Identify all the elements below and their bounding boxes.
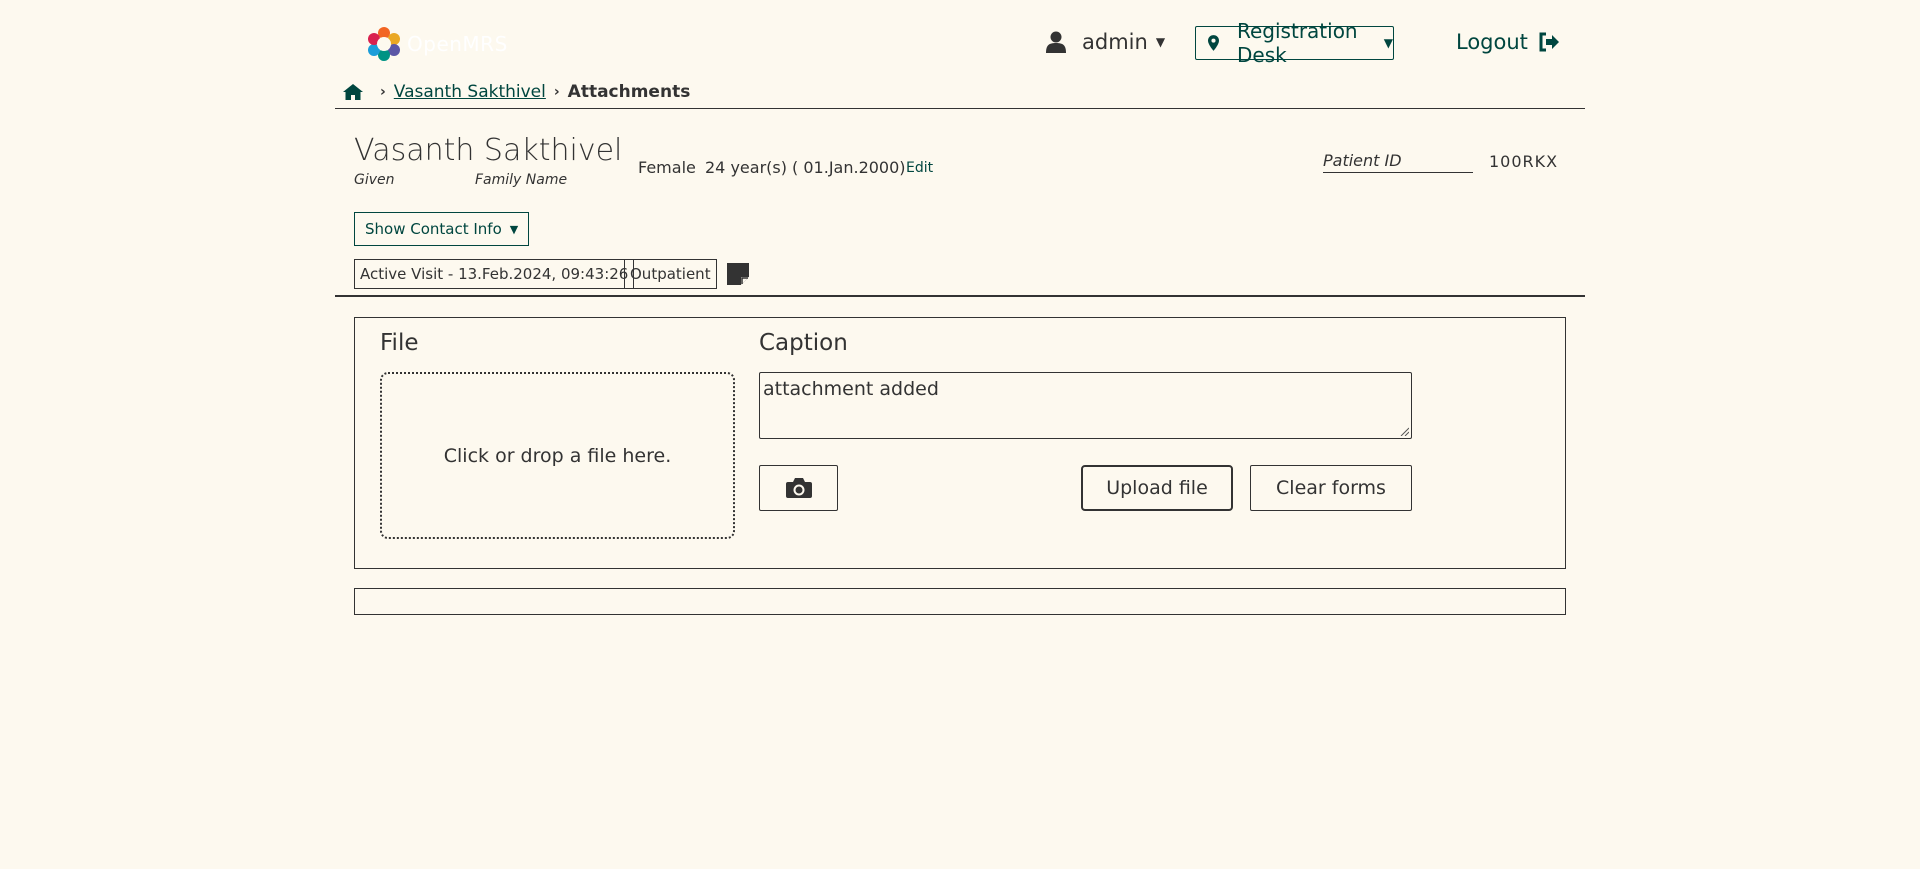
openmrs-logo-icon (368, 27, 400, 61)
home-icon[interactable] (342, 83, 364, 101)
user-name: admin (1082, 30, 1148, 54)
family-name-label: Family Name (475, 172, 568, 188)
logo-text: OpenMRS (407, 32, 508, 56)
camera-button[interactable] (759, 465, 838, 511)
logo[interactable]: OpenMRS (367, 26, 508, 62)
sticky-note-icon[interactable] (727, 263, 749, 285)
upload-file-button[interactable]: Upload file (1081, 465, 1233, 511)
file-label: File (380, 330, 419, 356)
dropzone-text: Click or drop a file here. (443, 444, 672, 467)
caret-down-icon: ▼ (509, 222, 519, 236)
patient-id-value: 100RKX (1489, 152, 1559, 171)
attachments-list (354, 588, 1566, 615)
active-visit-text: Active Visit - 13.Feb.2024, 09:43:26 (360, 265, 629, 283)
patient-header-divider (335, 295, 1585, 297)
breadcrumb: › Vasanth Sakthivel › Attachments (342, 82, 690, 102)
caret-down-icon: ▼ (1383, 36, 1393, 50)
upload-panel: File Click or drop a file here. Caption … (354, 317, 1566, 569)
camera-icon (785, 478, 812, 498)
breadcrumb-current: Attachments (567, 82, 691, 102)
visit-type-badge: Outpatient (624, 259, 717, 289)
clear-forms-button[interactable]: Clear forms (1250, 465, 1412, 511)
chevron-right-icon: › (553, 84, 560, 100)
breadcrumb-patient-link[interactable]: Vasanth Sakthivel (394, 82, 546, 102)
caret-down-icon: ▼ (1155, 35, 1166, 49)
caption-value: attachment added (763, 378, 939, 400)
visit-type-text: Outpatient (630, 265, 711, 283)
header-divider (335, 108, 1585, 109)
logout-label: Logout (1456, 30, 1528, 54)
patient-name: Vasanth Sakthivel (354, 133, 623, 168)
user-menu[interactable]: admin ▼ (1046, 30, 1165, 54)
header: OpenMRS admin ▼ Registration Desk ▼ Logo… (335, 0, 1585, 88)
contact-toggle-label: Show Contact Info (365, 220, 502, 238)
given-name-label: Given (354, 172, 395, 188)
page: OpenMRS admin ▼ Registration Desk ▼ Logo… (335, 0, 1585, 615)
edit-patient-link[interactable]: Edit (906, 160, 933, 176)
caption-label: Caption (759, 330, 848, 356)
show-contact-info-button[interactable]: Show Contact Info ▼ (354, 212, 530, 246)
location-name: Registration Desk (1237, 19, 1358, 67)
map-marker-icon (1208, 35, 1219, 51)
caption-textarea[interactable]: attachment added (759, 372, 1412, 439)
location-selector[interactable]: Registration Desk ▼ (1195, 19, 1394, 67)
file-dropzone[interactable]: Click or drop a file here. (380, 372, 735, 539)
logout-link[interactable]: Logout (1456, 30, 1560, 54)
user-icon (1046, 31, 1066, 53)
patient-age: 24 year(s) ( 01.Jan.2000) (705, 158, 906, 177)
active-visit-badge[interactable]: Active Visit - 13.Feb.2024, 09:43:26 (354, 259, 635, 289)
chevron-right-icon: › (380, 84, 386, 100)
sign-out-icon (1539, 32, 1559, 52)
patient-id-label: Patient ID (1323, 151, 1473, 173)
resize-handle-icon[interactable] (1399, 426, 1409, 436)
patient-gender: Female (638, 158, 696, 177)
